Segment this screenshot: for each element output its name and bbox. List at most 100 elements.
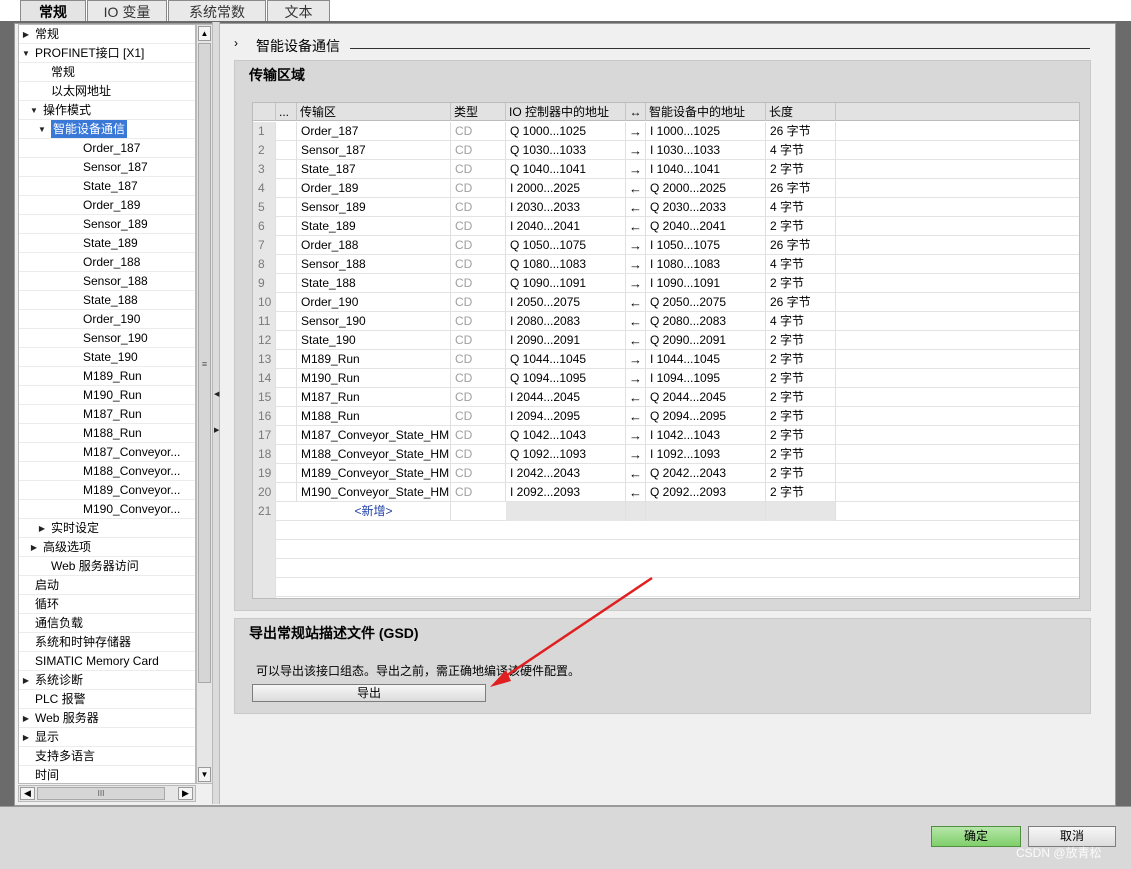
tree-item[interactable]: ▶ 高级选项 <box>19 538 195 557</box>
tree-item[interactable]: ▶ 系统诊断 <box>19 671 195 690</box>
transfer-area-name[interactable]: M187_Conveyor_State_HMI <box>297 426 451 445</box>
table-row[interactable]: 7 Order_188 CD Q 1050...1075 → I 1050...1075 2… <box>253 236 1079 255</box>
collapsed-arrow-icon[interactable]: ▶ <box>37 519 47 537</box>
tree-horizontal-scrollbar[interactable]: ◀ III ▶ <box>18 785 196 802</box>
header-device-address[interactable]: 智能设备中的地址 <box>646 103 766 121</box>
transfer-area-name[interactable]: Order_187 <box>297 122 451 141</box>
tree-item[interactable]: State_190 <box>19 348 195 367</box>
transfer-area-name[interactable]: State_188 <box>297 274 451 293</box>
tree-item[interactable]: ▼ 智能设备通信 <box>19 120 195 139</box>
chevron-right-icon[interactable]: › <box>234 36 238 50</box>
tree-item[interactable]: 循环 <box>19 595 195 614</box>
tree-item[interactable]: 支持多语言 <box>19 747 195 766</box>
tree-item[interactable]: State_188 <box>19 291 195 310</box>
tree-item[interactable]: Sensor_189 <box>19 215 195 234</box>
header-io-controller-address[interactable]: IO 控制器中的地址 <box>506 103 626 121</box>
tree-item[interactable]: M190_Conveyor... <box>19 500 195 519</box>
transfer-area-name[interactable]: Sensor_188 <box>297 255 451 274</box>
table-row[interactable]: 3 State_187 CD Q 1040...1041 → I 1040...1041 2… <box>253 160 1079 179</box>
tree-item[interactable]: Order_190 <box>19 310 195 329</box>
tree-item[interactable]: Sensor_190 <box>19 329 195 348</box>
tree-item[interactable]: Sensor_188 <box>19 272 195 291</box>
tree-item[interactable]: 时间 <box>19 766 195 783</box>
collapse-left-icon[interactable]: ◀ <box>214 390 219 400</box>
tree-item[interactable]: State_189 <box>19 234 195 253</box>
tree-item[interactable]: 通信负载 <box>19 614 195 633</box>
tree-item[interactable]: Sensor_187 <box>19 158 195 177</box>
collapsed-arrow-icon[interactable]: ▶ <box>21 25 31 43</box>
transfer-area-name[interactable]: State_190 <box>297 331 451 350</box>
tree-item[interactable]: State_187 <box>19 177 195 196</box>
collapsed-arrow-icon[interactable]: ▶ <box>21 671 31 689</box>
tree-item[interactable]: ▼ PROFINET接口 [X1] <box>19 44 195 63</box>
tab-general[interactable]: 常规 <box>20 0 86 22</box>
transfer-area-name[interactable]: M187_Run <box>297 388 451 407</box>
tree-item[interactable]: Order_188 <box>19 253 195 272</box>
tree-item[interactable]: Order_189 <box>19 196 195 215</box>
tree-item[interactable]: Order_187 <box>19 139 195 158</box>
header-length[interactable]: 长度 <box>766 103 836 121</box>
table-row[interactable]: 14 M190_Run CD Q 1094...1095 → I 1094...1095 2… <box>253 369 1079 388</box>
table-row[interactable]: 16 M188_Run CD I 2094...2095 ← Q 2094...2095 2… <box>253 407 1079 426</box>
scroll-right-icon[interactable]: ▶ <box>178 787 193 800</box>
transfer-area-name[interactable]: M189_Conveyor_State_HMI <box>297 464 451 483</box>
transfer-area-name[interactable]: State_189 <box>297 217 451 236</box>
tree-item[interactable]: M190_Run <box>19 386 195 405</box>
hscroll-thumb[interactable]: III <box>37 787 165 800</box>
collapsed-arrow-icon[interactable]: ▶ <box>29 538 39 556</box>
table-row[interactable]: 10 Order_190 CD I 2050...2075 ← Q 2050...2075… <box>253 293 1079 312</box>
transfer-area-name[interactable]: Sensor_190 <box>297 312 451 331</box>
tree-item[interactable]: M187_Conveyor... <box>19 443 195 462</box>
tree-vertical-scrollbar[interactable]: ▲ ≡ ▼ <box>196 24 213 784</box>
table-row[interactable]: 12 State_190 CD I 2090...2091 ← Q 2090...2091… <box>253 331 1079 350</box>
table-row[interactable]: 4 Order_189 CD I 2000...2025 ← Q 2000...2025 2… <box>253 179 1079 198</box>
transfer-area-name[interactable]: M190_Run <box>297 369 451 388</box>
transfer-area-name[interactable]: M189_Run <box>297 350 451 369</box>
tree-item[interactable]: 启动 <box>19 576 195 595</box>
table-row[interactable]: 11 Sensor_190 CD I 2080...2083 ← Q 2080...208… <box>253 312 1079 331</box>
tree-item[interactable]: M189_Run <box>19 367 195 386</box>
export-button[interactable]: 导出 <box>252 684 486 702</box>
tree-item[interactable]: Web 服务器访问 <box>19 557 195 576</box>
table-row-new[interactable]: 21 <新增> <box>253 502 1079 521</box>
header-direction-icon[interactable]: ↔ <box>626 103 646 121</box>
tree-item[interactable]: 系统和时钟存储器 <box>19 633 195 652</box>
table-row[interactable]: 5 Sensor_189 CD I 2030...2033 ← Q 2030...2033… <box>253 198 1079 217</box>
table-row[interactable]: 15 M187_Run CD I 2044...2045 ← Q 2044...2045 2… <box>253 388 1079 407</box>
expanded-arrow-icon[interactable]: ▼ <box>37 120 47 138</box>
transfer-area-name[interactable]: M190_Conveyor_State_HMI <box>297 483 451 502</box>
expanded-arrow-icon[interactable]: ▼ <box>29 101 39 119</box>
transfer-area-name[interactable]: Order_188 <box>297 236 451 255</box>
scroll-down-icon[interactable]: ▼ <box>198 767 211 782</box>
table-row[interactable]: 19 M189_Conveyor_State_HMI CD I 2042...2043… <box>253 464 1079 483</box>
table-row[interactable]: 20 M190_Conveyor_State_HMI CD I 2092...2093… <box>253 483 1079 502</box>
ok-button[interactable]: 确定 <box>931 826 1021 847</box>
tree-item[interactable]: ▶ 显示 <box>19 728 195 747</box>
table-row[interactable]: 1 Order_187 CD Q 1000...1025 → I 1000...1025 2… <box>253 122 1079 141</box>
tab-texts[interactable]: 文本 <box>267 0 330 22</box>
tree-item[interactable]: M189_Conveyor... <box>19 481 195 500</box>
scroll-up-icon[interactable]: ▲ <box>198 26 211 41</box>
tree-item[interactable]: PLC 报警 <box>19 690 195 709</box>
transfer-area-name[interactable]: M188_Conveyor_State_HMI <box>297 445 451 464</box>
scroll-thumb[interactable]: ≡ <box>198 43 211 683</box>
expand-right-icon[interactable]: ▶ <box>214 426 219 436</box>
expanded-arrow-icon[interactable]: ▼ <box>21 44 31 62</box>
tree-item[interactable]: M188_Conveyor... <box>19 462 195 481</box>
tree-item[interactable]: M188_Run <box>19 424 195 443</box>
collapsed-arrow-icon[interactable]: ▶ <box>21 728 31 746</box>
transfer-area-name[interactable]: Sensor_187 <box>297 141 451 160</box>
scroll-left-icon[interactable]: ◀ <box>20 787 35 800</box>
table-row[interactable]: 13 M189_Run CD Q 1044...1045 → I 1044...1045 2… <box>253 350 1079 369</box>
table-row[interactable]: 9 State_188 CD Q 1090...1091 → I 1090...1091 2… <box>253 274 1079 293</box>
header-type[interactable]: 类型 <box>451 103 506 121</box>
tree-item[interactable]: ▼ 操作模式 <box>19 101 195 120</box>
tree-item[interactable]: 常规 <box>19 63 195 82</box>
transfer-area-name[interactable]: Order_190 <box>297 293 451 312</box>
tree-item[interactable]: ▶ Web 服务器 <box>19 709 195 728</box>
transfer-area-name[interactable]: M188_Run <box>297 407 451 426</box>
tab-system-constants[interactable]: 系统常数 <box>168 0 266 22</box>
table-row[interactable]: 2 Sensor_187 CD Q 1030...1033 → I 1030...1033… <box>253 141 1079 160</box>
transfer-area-name[interactable]: Order_189 <box>297 179 451 198</box>
table-row[interactable]: 8 Sensor_188 CD Q 1080...1083 → I 1080...1083… <box>253 255 1079 274</box>
